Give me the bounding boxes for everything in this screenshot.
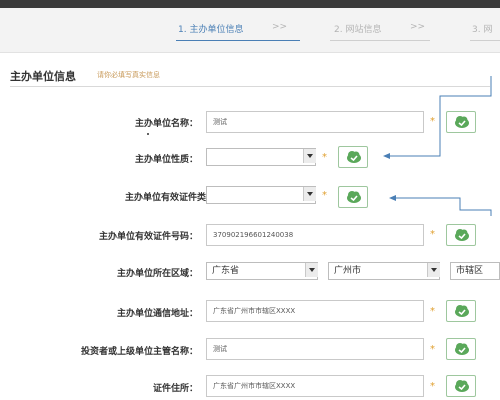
chevron-down-icon[interactable] <box>305 263 318 277</box>
address-input[interactable]: 广东省广州市市辖区XXXX <box>206 300 424 322</box>
cert-type-select[interactable] <box>206 186 316 204</box>
cert-number-label: 主办单位有效证件号码： <box>98 232 198 242</box>
org-name-input[interactable]: 测试 <box>206 111 424 133</box>
province-select[interactable]: 广东省 <box>206 262 318 280</box>
address-label: 主办单位通信地址： <box>116 309 198 319</box>
cert-number-input[interactable]: 370902196601240038 <box>206 224 424 246</box>
arrow-head-nature <box>383 153 390 159</box>
required-mark: * <box>430 344 435 355</box>
check-cloud-icon <box>446 224 476 246</box>
required-mark: * <box>322 190 327 201</box>
district-select[interactable]: 市辖区 <box>450 262 500 280</box>
cert-address-label: 证件住所： <box>152 384 198 394</box>
chevron-down-icon[interactable] <box>427 263 440 277</box>
org-name-label: 主办单位名称： <box>134 119 198 129</box>
required-mark: * <box>430 116 435 127</box>
required-mark: * <box>430 381 435 392</box>
required-mark: * <box>430 306 435 317</box>
arrow-line-cert-type <box>392 197 492 216</box>
check-cloud-icon <box>446 300 476 322</box>
check-cloud-icon <box>446 338 476 360</box>
cert-address-input[interactable]: 广东省广州市市辖区XXXX <box>206 375 424 397</box>
required-mark: * <box>322 152 327 163</box>
region-label: 主办单位所在区域： <box>116 269 198 279</box>
cert-type-label: 主办单位有效证件类型： <box>124 193 224 203</box>
check-cloud-icon <box>446 111 476 133</box>
check-cloud-icon <box>338 186 368 208</box>
check-cloud-icon <box>446 375 476 397</box>
chevron-down-icon[interactable] <box>303 187 316 201</box>
required-mark: * <box>430 229 435 240</box>
investor-input[interactable]: 测试 <box>206 338 424 360</box>
chevron-down-icon[interactable] <box>303 149 316 163</box>
bullet-dot <box>147 133 149 135</box>
arrow-head-cert-type <box>389 195 396 201</box>
org-nature-label: 主办单位性质： <box>134 155 198 165</box>
investor-label: 投资者或上级单位主管名称： <box>80 347 198 357</box>
check-cloud-icon <box>338 146 368 168</box>
org-nature-select[interactable] <box>206 148 316 166</box>
city-select[interactable]: 广州市 <box>328 262 440 280</box>
